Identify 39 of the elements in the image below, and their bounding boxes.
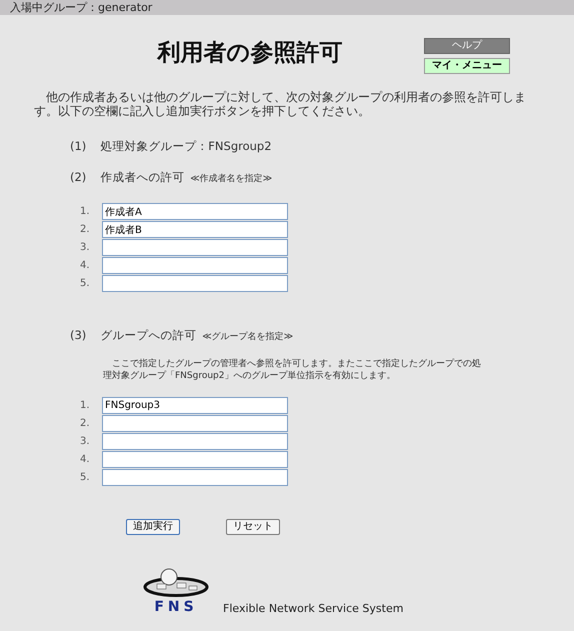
row-number: 5. — [80, 470, 91, 485]
section-label: 処理対象グループ：FNSgroup2 — [100, 139, 272, 153]
hint-text: ≪作成者名を指定≫ — [190, 174, 272, 184]
section-number: (1) — [70, 138, 86, 155]
submit-button[interactable]: 追加実行 — [126, 519, 180, 536]
text-field[interactable] — [102, 414, 288, 432]
row-number: 3. — [80, 434, 91, 449]
hint-text: ≪グループ名を指定≫ — [202, 332, 294, 342]
text-field[interactable]: 作成者B — [102, 221, 288, 238]
row-number: 4. — [80, 452, 91, 467]
section-label: 作成者への許可 — [100, 170, 184, 184]
row-number: 1. — [80, 398, 91, 413]
text-field[interactable] — [102, 450, 288, 468]
menu-button[interactable]: マイ・メニュー — [424, 58, 510, 74]
row-number: 5. — [80, 277, 91, 292]
section-number: (2) — [70, 169, 86, 186]
row-number: 3. — [80, 241, 91, 256]
network-logo-icon — [143, 567, 209, 598]
help-button[interactable]: ヘルプ — [424, 38, 510, 54]
system-name: Flexible Network Service System — [223, 600, 404, 617]
text-field[interactable]: FNSgroup3 — [102, 396, 288, 414]
row-number: 4. — [80, 259, 91, 274]
text-field[interactable] — [102, 239, 288, 256]
logo-text: FNS — [154, 598, 198, 618]
section-note: ここで指定したグループの管理者へ参照を許可します。またここで指定したグループでの処理対象グループ「FNSgroup2」へのグループ単位指示を有効にします。 — [103, 358, 482, 382]
text-field[interactable] — [102, 275, 288, 292]
text-field[interactable] — [102, 468, 288, 486]
section-label: グループへの許可 — [100, 328, 196, 342]
text-field[interactable] — [102, 432, 288, 450]
row-number: 1. — [80, 205, 91, 220]
text-field[interactable]: 作成者A — [102, 203, 288, 220]
section-number: (3) — [70, 326, 86, 344]
group-status: 入場中グループ：generator — [0, 0, 574, 15]
row-number: 2. — [80, 223, 91, 238]
reset-button[interactable]: リセット — [226, 519, 280, 536]
intro-text: 他の作成者あるいは他のグループに対して、次の対象グループの利用者の参照を許可します。以下の空欄に記入し追加実行ボタンを押下してください。 — [34, 90, 527, 118]
text-field[interactable] — [102, 257, 288, 274]
row-number: 2. — [80, 416, 91, 431]
page-title: 利用者の参照許可 — [158, 40, 342, 68]
